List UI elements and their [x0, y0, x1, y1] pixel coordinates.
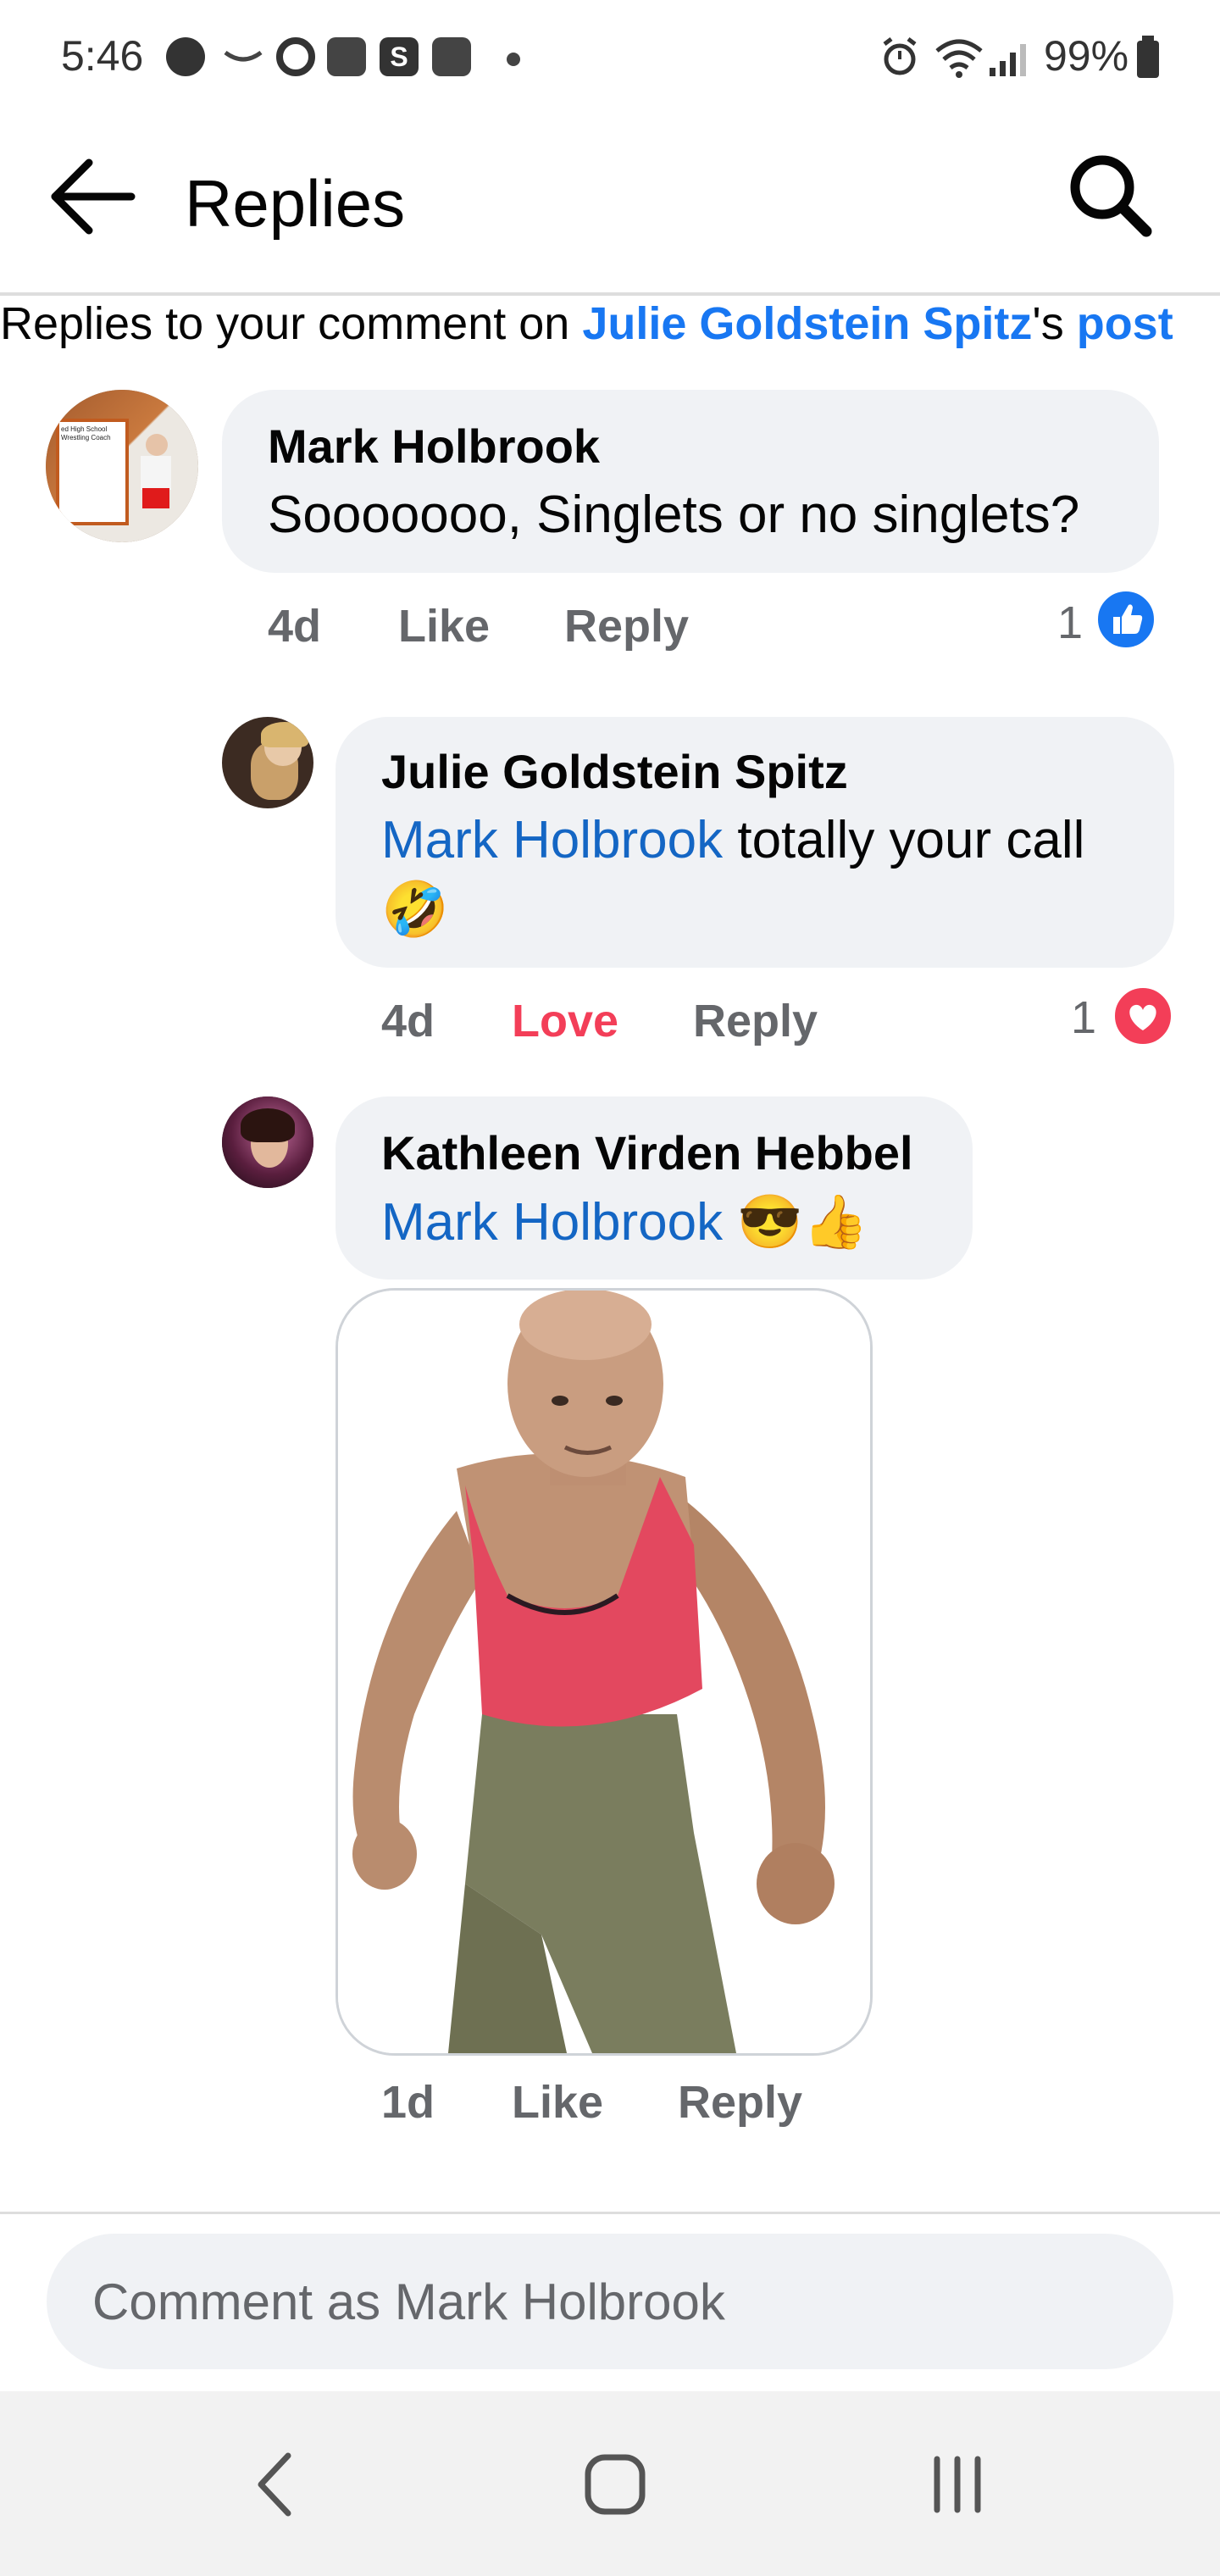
- c-app-icon: [276, 37, 315, 76]
- arrow-left-icon: [51, 158, 136, 235]
- amazon-icon: [224, 50, 263, 62]
- context-prefix: Replies to your comment on: [0, 298, 583, 349]
- recents-icon: [934, 2456, 981, 2513]
- like-button[interactable]: Like: [398, 600, 490, 652]
- comment-text-body: totally your call: [723, 811, 1085, 869]
- sunglasses-thumbs-up-emoji: 😎👍: [737, 1193, 868, 1252]
- rolling-laughing-emoji: 🤣: [381, 879, 449, 940]
- dot-icon: [507, 53, 520, 66]
- avatar-poster-text: ed High School Wrestling Coach: [61, 425, 111, 441]
- heart-icon[interactable]: [1112, 985, 1174, 1047]
- comment-time: 1d: [381, 2077, 435, 2128]
- comment-author[interactable]: Mark Holbrook: [268, 419, 600, 474]
- status-time: 5:46: [61, 32, 144, 80]
- avatar[interactable]: ed High School Wrestling Coach: [46, 390, 198, 542]
- comment-author[interactable]: Julie Goldstein Spitz: [381, 744, 848, 799]
- alarm-icon: [883, 37, 917, 75]
- spotify-icon: [166, 37, 205, 76]
- composer-divider: [0, 2212, 1220, 2214]
- header-divider: [0, 292, 1220, 296]
- home-icon: [585, 2454, 646, 2515]
- status-bar: 5:46 S 99%: [0, 0, 1220, 114]
- comment-bubble[interactable]: Mark Holbrook Sooooooo, Singlets or no s…: [222, 390, 1159, 573]
- wifi-icon: [935, 39, 983, 78]
- comment-text: Mark Holbrook 😎👍: [381, 1191, 868, 1253]
- game-icon: [327, 37, 366, 76]
- reply-button[interactable]: Reply: [564, 600, 689, 652]
- signal-icon: [990, 44, 1026, 76]
- header: Replies: [0, 114, 1220, 292]
- comment-time: 4d: [381, 996, 435, 1046]
- comment-input[interactable]: [47, 2234, 1173, 2369]
- s-app-icon: S: [380, 37, 419, 76]
- nav-home-button[interactable]: [564, 2434, 666, 2535]
- reply-button[interactable]: Reply: [693, 995, 818, 1047]
- system-nav-bar: [0, 2391, 1220, 2576]
- reply-button[interactable]: Reply: [678, 2076, 802, 2129]
- game-icon: [432, 37, 471, 76]
- back-button[interactable]: [47, 150, 140, 243]
- nav-recents-button[interactable]: [907, 2434, 1008, 2535]
- battery-icon: [1137, 36, 1159, 78]
- avatar[interactable]: [222, 1096, 313, 1188]
- search-button[interactable]: [1063, 148, 1156, 242]
- post-link[interactable]: post: [1077, 298, 1173, 349]
- comment-text: Mark Holbrook totally your call: [381, 810, 1084, 870]
- comment-text: Sooooooo, Singlets or no singlets?: [268, 486, 1080, 544]
- mention-link[interactable]: Mark Holbrook: [381, 1193, 723, 1252]
- mention-link[interactable]: Mark Holbrook: [381, 811, 723, 869]
- comment-bubble[interactable]: Kathleen Virden Hebbel Mark Holbrook 😎👍: [336, 1096, 973, 1280]
- page-title: Replies: [185, 166, 406, 241]
- comment-bubble[interactable]: Julie Goldstein Spitz Mark Holbrook tota…: [336, 717, 1174, 968]
- context-possessive: 's: [1032, 298, 1077, 349]
- reaction-count[interactable]: 1: [1071, 991, 1096, 1044]
- chevron-left-icon: [258, 2452, 291, 2517]
- reaction-count[interactable]: 1: [1057, 597, 1083, 649]
- nav-back-button[interactable]: [224, 2434, 325, 2535]
- comment-time: 4d: [268, 601, 322, 652]
- avatar[interactable]: [222, 717, 313, 808]
- post-author-link[interactable]: Julie Goldstein Spitz: [582, 298, 1032, 349]
- comment-author[interactable]: Kathleen Virden Hebbel: [381, 1125, 913, 1180]
- battery-percent: 99%: [1044, 32, 1129, 80]
- context-line: Replies to your comment on Julie Goldste…: [0, 297, 1220, 351]
- man-in-singlet-photo: [338, 1291, 870, 2053]
- comment-photo[interactable]: [336, 1288, 873, 2056]
- love-button[interactable]: Love: [512, 995, 618, 1047]
- thumbs-up-icon[interactable]: [1095, 588, 1157, 651]
- like-button[interactable]: Like: [512, 2076, 603, 2129]
- search-icon: [1070, 155, 1152, 237]
